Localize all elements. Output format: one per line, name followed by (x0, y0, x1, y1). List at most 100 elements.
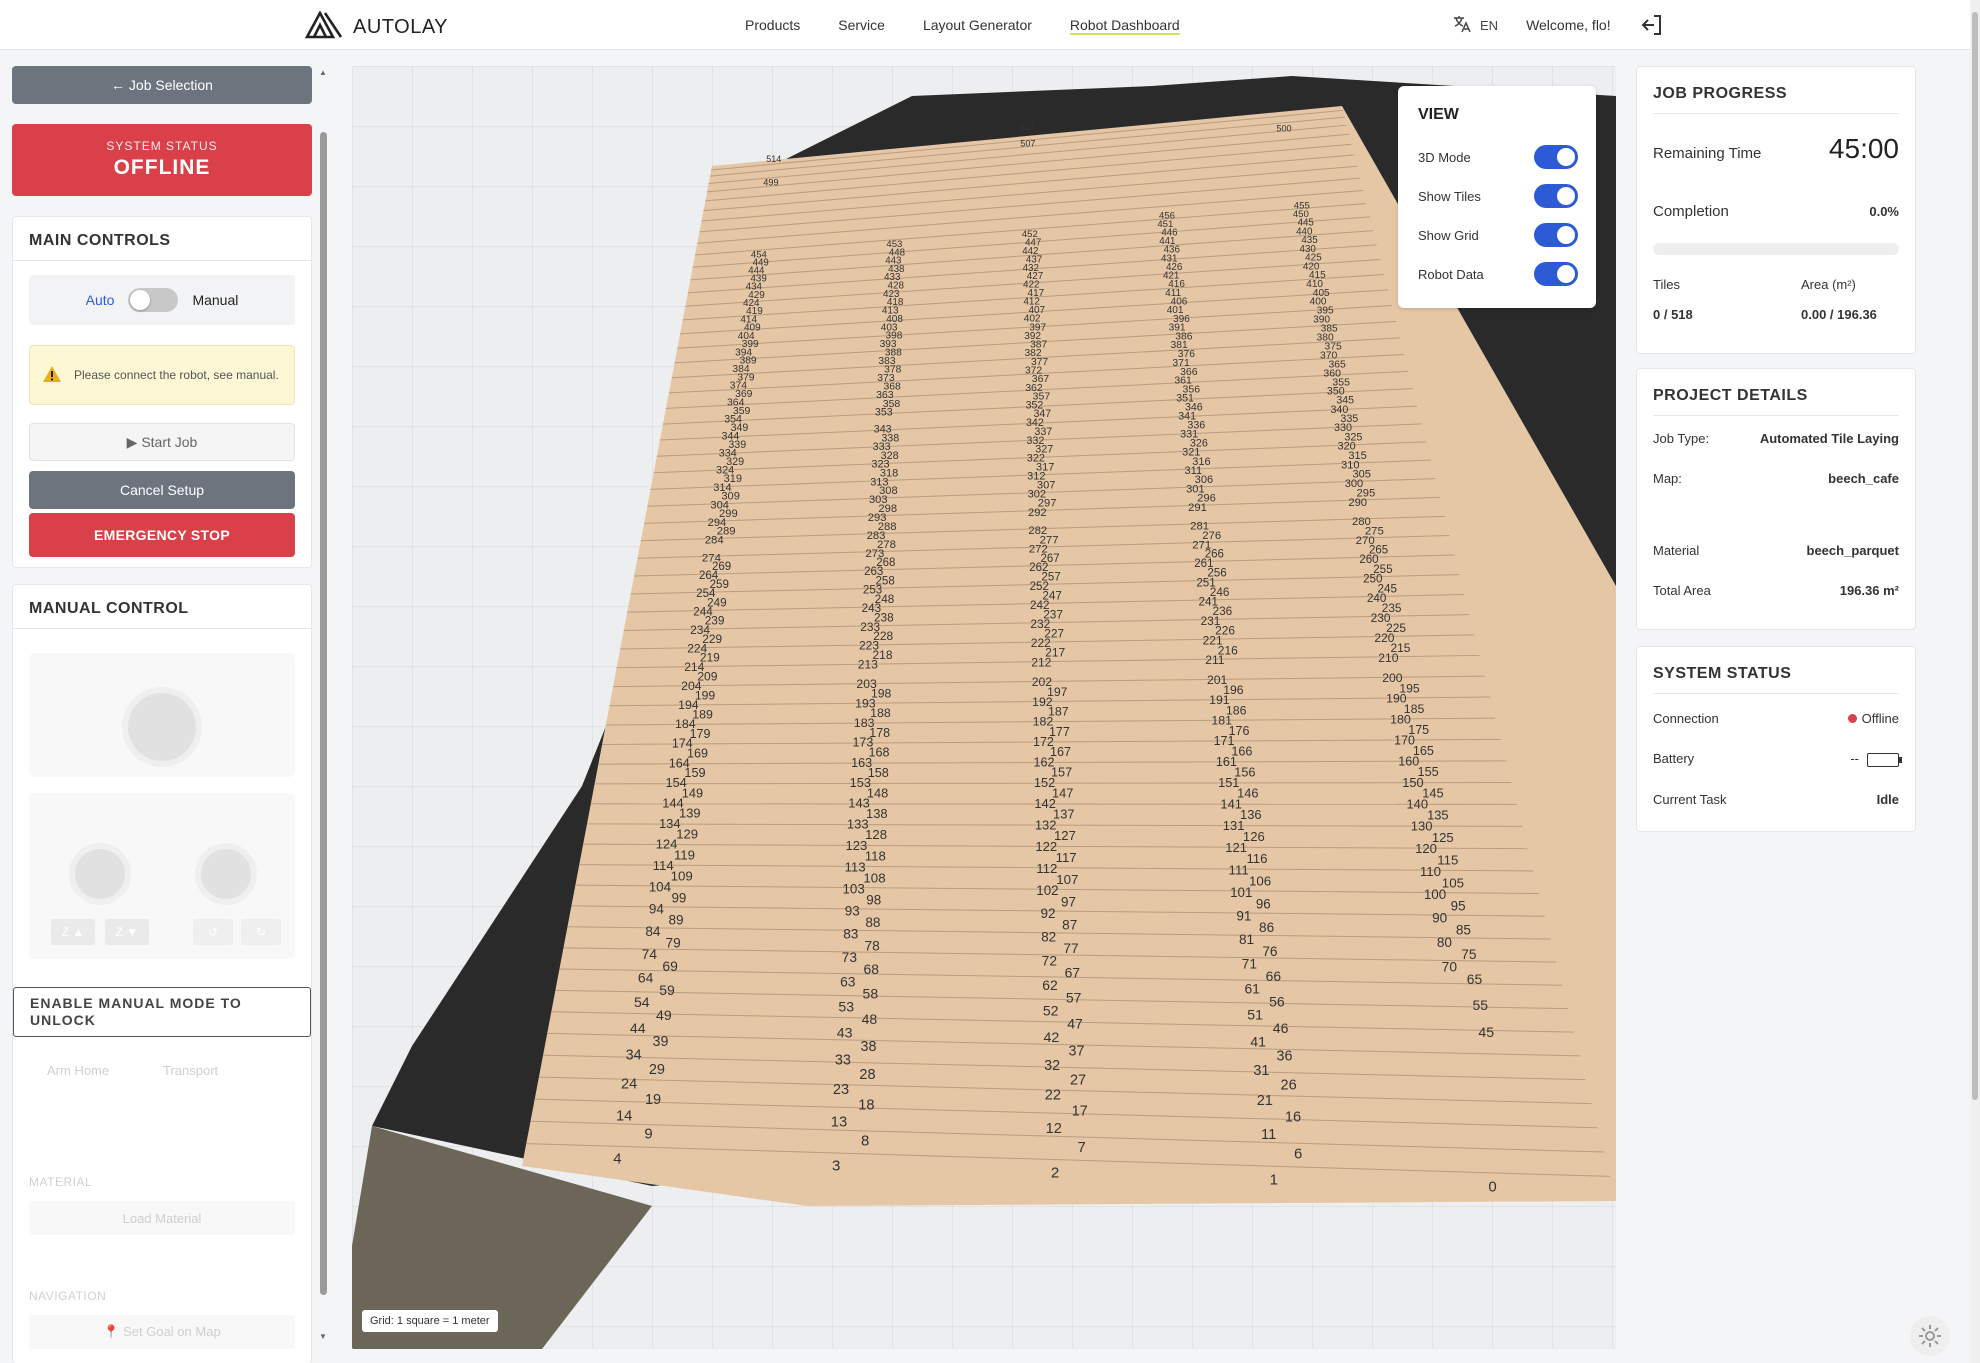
current-task-value: Idle (1876, 792, 1899, 807)
tile-number-label: 274 (702, 552, 721, 564)
mode-toggle[interactable] (128, 288, 179, 312)
tile-number-label: 107 (1056, 872, 1078, 887)
area-value: 0.00 / 196.36 (1801, 307, 1877, 322)
toggle-label: 3D Mode (1418, 149, 1471, 165)
tile-number-label: 70 (1442, 960, 1458, 975)
tile-number-label: 59 (659, 982, 675, 998)
start-job-button[interactable]: ▶ Start Job (29, 423, 295, 461)
tile-number-label: 66 (1266, 968, 1282, 984)
nav-service[interactable]: Service (819, 0, 904, 50)
arm-home-button[interactable]: Arm Home (47, 1063, 109, 1078)
robot-data-toggle[interactable] (1534, 262, 1578, 286)
emergency-stop-button[interactable]: EMERGENCY STOP (29, 513, 295, 557)
tile-number-label: 39 (653, 1034, 669, 1050)
battery-row: Battery -- (1653, 747, 1902, 767)
transport-button[interactable]: Transport (163, 1063, 218, 1078)
tile-number-label: 117 (1056, 850, 1077, 865)
tile-number-label: 55 (1472, 997, 1488, 1013)
tile-number-label: 175 (1408, 723, 1429, 737)
tile-number-label: 52 (1043, 1002, 1059, 1018)
z-down-button[interactable]: Z ▼ (105, 919, 149, 945)
tile-number-label: 156 (1234, 765, 1255, 779)
project-details-card: PROJECT DETAILS Job Type: Automated Tile… (1636, 368, 1916, 630)
cancel-setup-button[interactable]: Cancel Setup (29, 471, 295, 509)
rotate-left-button[interactable]: ↺ (193, 919, 233, 945)
job-selection-button[interactable]: ← Job Selection (12, 66, 312, 104)
tile-number-label: 46 (1273, 1020, 1289, 1036)
tile-number-label: 18 (858, 1098, 874, 1114)
show-tiles-toggle[interactable] (1534, 184, 1578, 208)
arm-joystick-right[interactable] (195, 843, 257, 905)
tile-number-label: 452 (1022, 229, 1038, 240)
detail-label: Map: (1653, 471, 1682, 486)
nav-layout-generator[interactable]: Layout Generator (904, 0, 1051, 50)
toggle-label: Show Tiles (1418, 188, 1481, 204)
tile-number-label: 89 (669, 913, 684, 928)
show-grid-toggle[interactable] (1534, 223, 1578, 247)
completion-row: Completion 0.0% (1653, 203, 1899, 220)
tile-number-label: 17 (1072, 1104, 1088, 1120)
system-status-card: SYSTEM STATUS OFFLINE (12, 124, 312, 196)
tile-number-label: 91 (1236, 908, 1251, 923)
tile-number-label: 28 (859, 1067, 875, 1083)
set-goal-button[interactable]: 📍 Set Goal on Map (29, 1315, 295, 1349)
load-material-button[interactable]: Load Material (29, 1201, 295, 1235)
tile-number-label: 96 (1256, 897, 1271, 912)
manual-control-panel: MANUAL CONTROL Z ▲ Z ▼ ↺ ↻ ENABLE MANUAL… (12, 584, 312, 1363)
nav-products[interactable]: Products (726, 0, 819, 50)
nav-robot-dashboard[interactable]: Robot Dashboard (1051, 0, 1199, 50)
brand[interactable]: AUTOLAY (304, 10, 448, 44)
tile-number-label: 145 (1422, 786, 1443, 801)
tile-number-label: 280 (1352, 516, 1371, 528)
sidebar-scroll-up-icon[interactable]: ▲ (319, 68, 327, 77)
logout-icon[interactable] (1639, 12, 1665, 38)
main-controls-title: MAIN CONTROLS (13, 217, 311, 261)
tile-number-label: 48 (862, 1011, 878, 1027)
tile-number-label: 56 (1269, 993, 1285, 1009)
tile-number-label: 146 (1237, 786, 1258, 801)
tile-number-label: 97 (1061, 895, 1076, 910)
detail-value: Automated Tile Laying (1759, 431, 1899, 446)
tile-number-label: 76 (1262, 944, 1278, 959)
tile-number-label: 29 (649, 1062, 665, 1078)
completion-value: 0.0% (1869, 204, 1899, 219)
tile-number-label: 67 (1065, 964, 1081, 980)
tile-number-label: 21 (1257, 1093, 1273, 1109)
tile-number-label: 95 (1451, 899, 1466, 914)
tile-number-label: 45 (1478, 1024, 1494, 1040)
settings-gear-icon[interactable] (1910, 1316, 1950, 1356)
tiles-area-values: 0 / 518 0.00 / 196.36 (1653, 307, 1899, 322)
tile-number-label: 103 (842, 881, 864, 896)
drive-joystick[interactable] (122, 687, 202, 767)
tile-number-label: 92 (1041, 906, 1056, 921)
mode-manual-label: Manual (192, 292, 239, 308)
tile-number-label: 86 (1259, 920, 1274, 935)
toggle-row-3d-mode: 3D Mode (1418, 144, 1578, 170)
tile-number-label: 58 (863, 986, 879, 1002)
3d-mode-toggle[interactable] (1534, 145, 1578, 169)
tile-number-label: 38 (861, 1039, 877, 1055)
tile-number-label: 65 (1467, 971, 1483, 987)
tile-number-label: 123 (845, 838, 867, 853)
system-status-label: SYSTEM STATUS (106, 139, 218, 153)
warning-icon (42, 365, 62, 386)
language-switch[interactable]: EN (1452, 14, 1498, 37)
mode-auto-label: Auto (85, 292, 115, 308)
detail-label: Job Type: (1653, 431, 1710, 446)
rotate-right-button[interactable]: ↻ (241, 919, 281, 945)
arm-joystick-left[interactable] (69, 843, 131, 905)
page-scrollbar-thumb[interactable] (1972, 12, 1978, 1100)
detail-row: Total Area 196.36 m² (1653, 583, 1899, 598)
tile-number-label: 19 (645, 1092, 661, 1108)
detail-value: beech_parquet (1806, 543, 1899, 558)
connection-row: Connection Offline (1653, 707, 1899, 726)
tile-number-label: 85 (1456, 923, 1471, 938)
tile-number-label: 166 (1231, 744, 1252, 758)
sidebar-scrollbar[interactable] (320, 132, 327, 1295)
tile-number-label: 144 (662, 795, 684, 810)
sidebar-scroll-down-icon[interactable]: ▼ (319, 1332, 327, 1341)
view-panel: VIEW 3D Mode Show Tiles Show Grid Robot … (1398, 86, 1596, 308)
area-label: Area (m²) (1801, 277, 1856, 292)
z-up-button[interactable]: Z ▲ (51, 919, 95, 945)
manual-unlock-banner: ENABLE MANUAL MODE TO UNLOCK (13, 987, 311, 1037)
